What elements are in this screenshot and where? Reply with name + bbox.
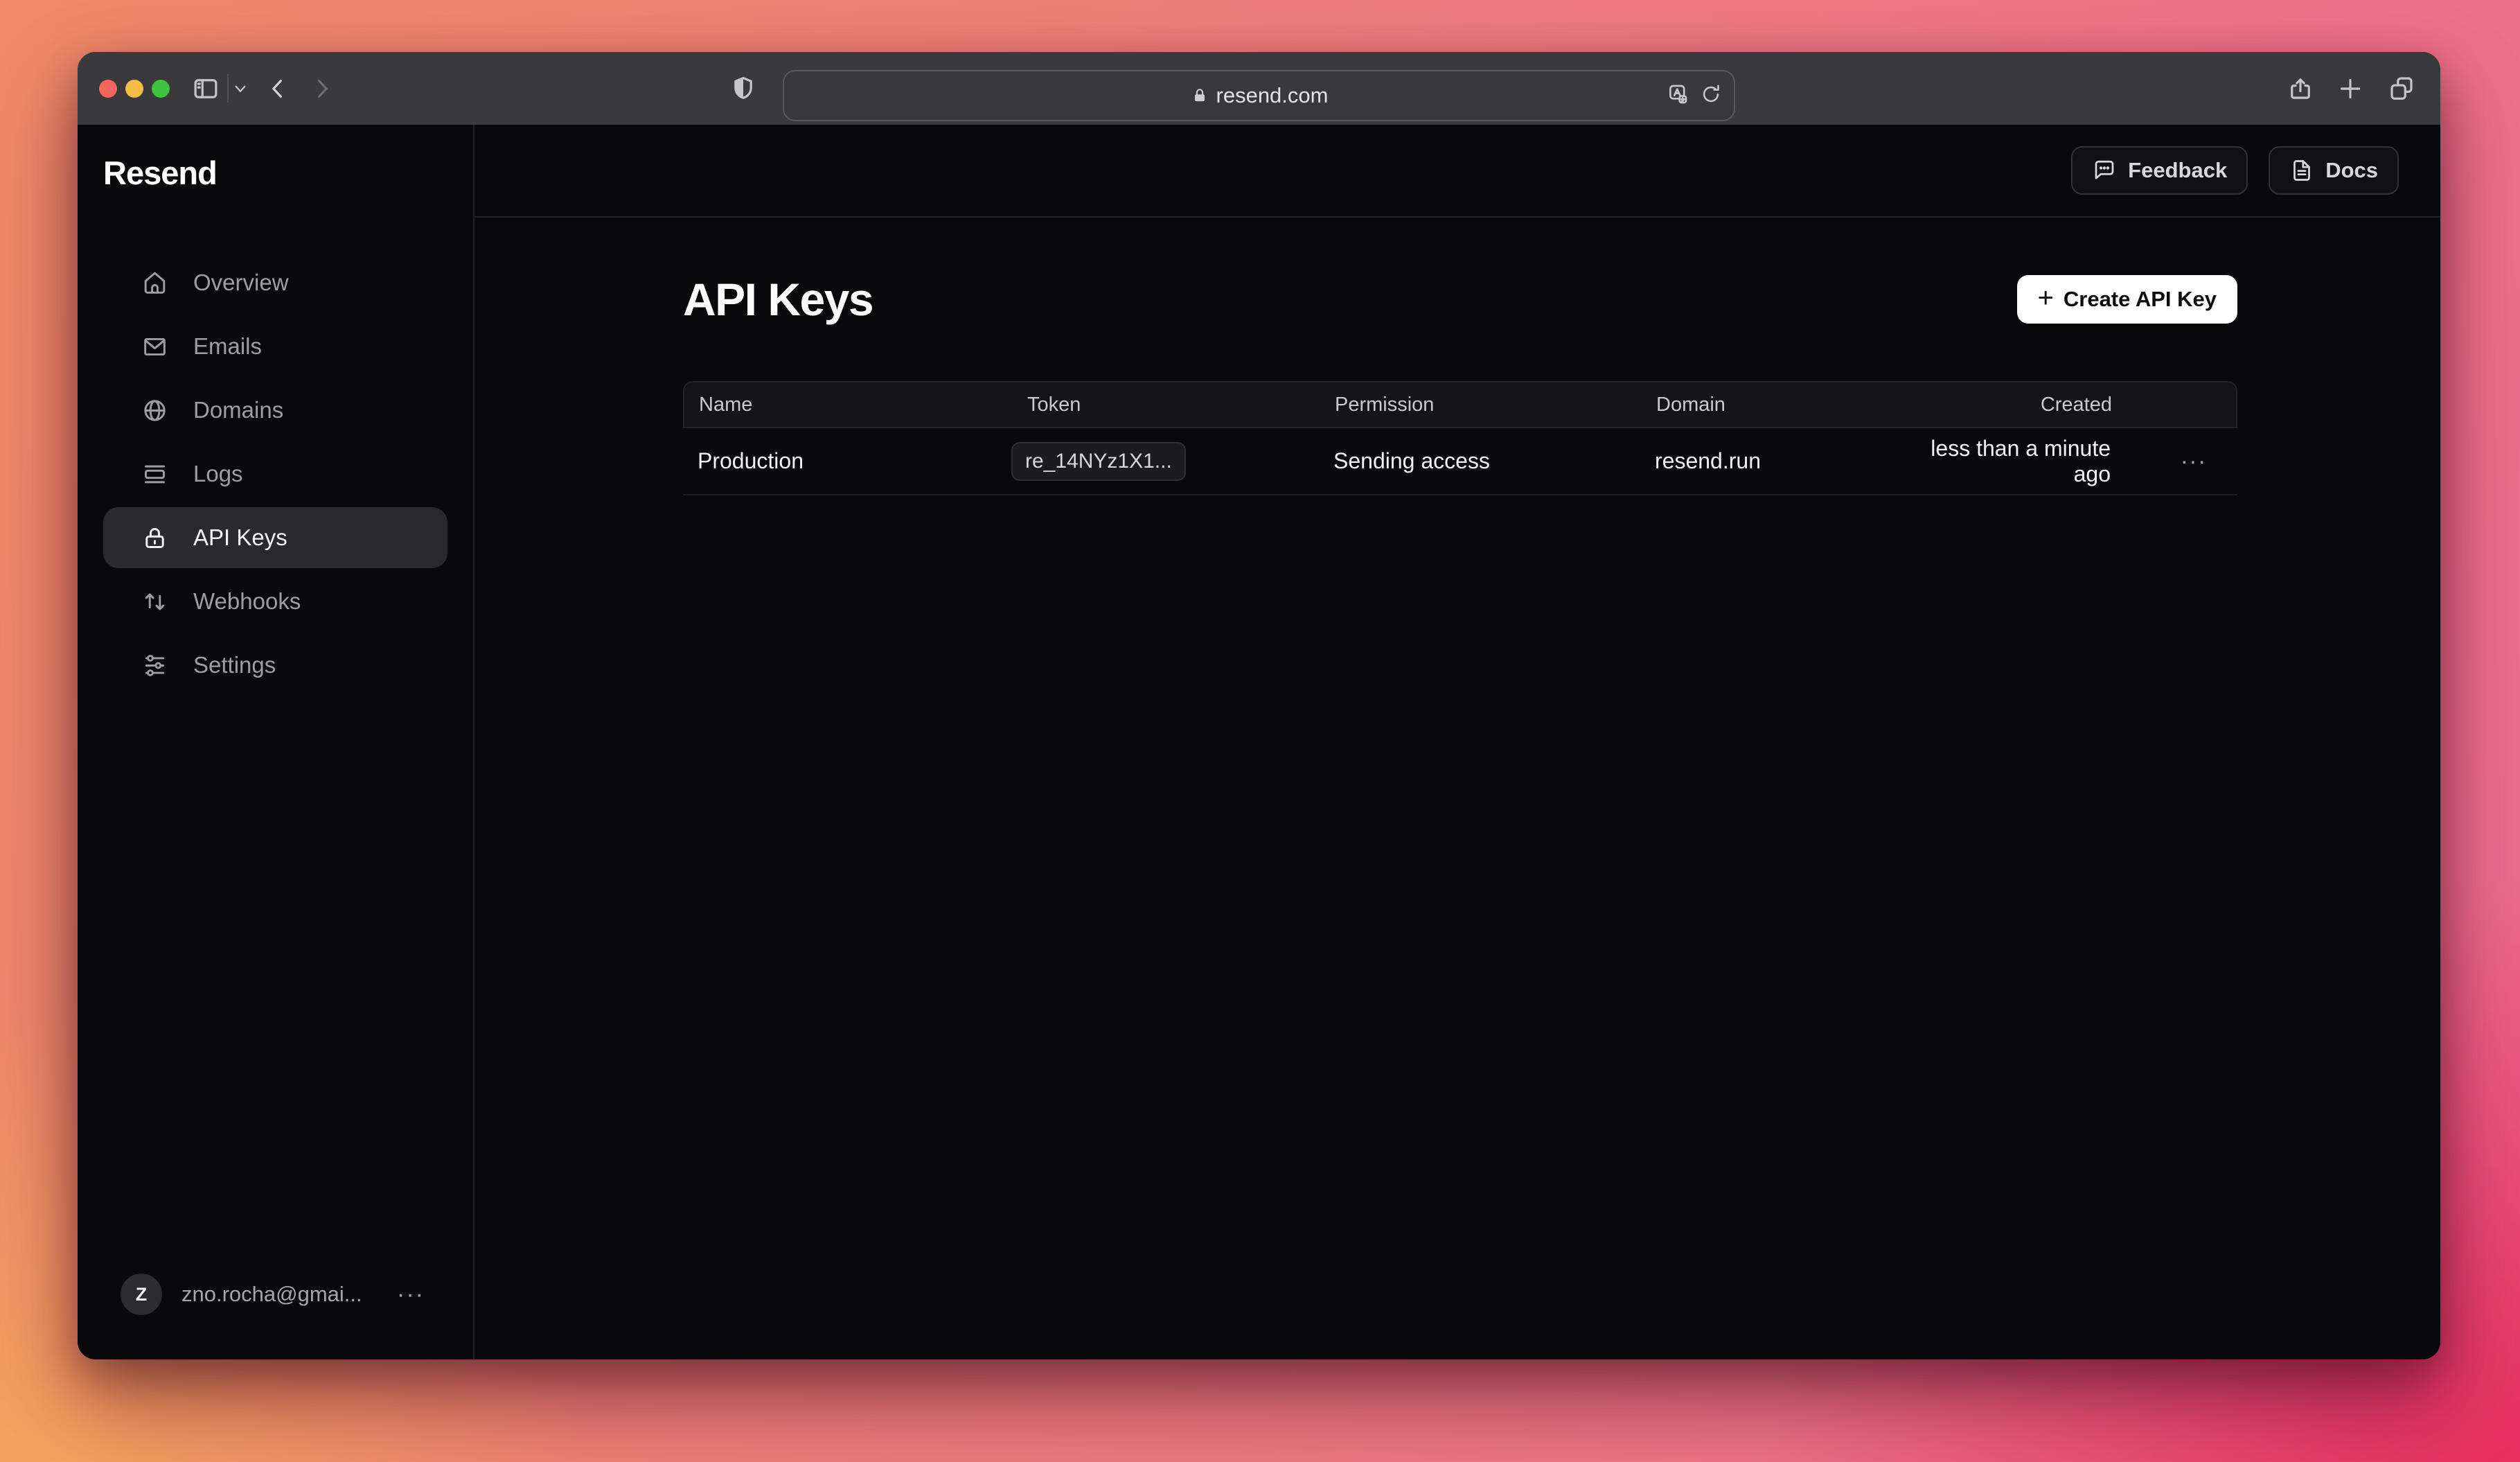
tab-overview-icon[interactable] bbox=[2387, 52, 2416, 125]
page-title: API Keys bbox=[683, 273, 873, 326]
column-header-token: Token bbox=[1011, 394, 1320, 416]
translate-icon[interactable] bbox=[1666, 82, 1689, 109]
sidebar-item-label: Settings bbox=[193, 652, 276, 678]
cell-name: Production bbox=[683, 448, 1010, 474]
tls-lock-icon bbox=[1190, 86, 1216, 105]
sidebar-toggle-icon[interactable] bbox=[191, 52, 220, 125]
sidebar-item-webhooks[interactable]: Webhooks bbox=[103, 571, 447, 632]
resend-app: Resend Overview Emails Domains bbox=[78, 125, 2440, 1359]
cell-created: less than a minute ago bbox=[1904, 436, 2150, 487]
arrow-up-down-icon bbox=[141, 588, 168, 615]
close-window-button[interactable] bbox=[99, 80, 117, 98]
sidebar-item-label: Domains bbox=[193, 397, 283, 423]
docs-button[interactable]: Docs bbox=[2269, 146, 2399, 195]
user-menu-ellipsis-icon[interactable]: ··· bbox=[397, 1281, 425, 1308]
back-button[interactable] bbox=[263, 52, 292, 125]
resend-logo: Resend bbox=[103, 154, 217, 192]
sidebar-item-label: Overview bbox=[193, 270, 289, 296]
cell-permission: Sending access bbox=[1319, 448, 1640, 474]
browser-titlebar: resend.com bbox=[78, 52, 2440, 125]
address-bar[interactable]: resend.com bbox=[783, 70, 1735, 121]
page-content: API Keys + Create API Key Name Token Per… bbox=[474, 218, 2440, 495]
create-api-key-button[interactable]: + Create API Key bbox=[2017, 275, 2237, 324]
lock-icon bbox=[141, 525, 168, 552]
column-header-domain: Domain bbox=[1642, 394, 1905, 416]
sidebar-item-logs[interactable]: Logs bbox=[103, 443, 447, 504]
user-email: zno.rocha@gmai... bbox=[181, 1282, 362, 1307]
api-keys-table: Name Token Permission Domain Created Pro… bbox=[683, 381, 2237, 495]
globe-icon bbox=[141, 397, 168, 424]
new-tab-icon[interactable] bbox=[2336, 52, 2365, 125]
sidebar-item-api-keys[interactable]: API Keys bbox=[103, 507, 447, 568]
create-api-key-label: Create API Key bbox=[2064, 287, 2217, 312]
plus-icon: + bbox=[2038, 284, 2054, 312]
user-account-row[interactable]: Z zno.rocha@gmai... ··· bbox=[121, 1274, 425, 1315]
window-controls bbox=[99, 80, 170, 98]
cell-token: re_14NYz1X1... bbox=[1010, 442, 1319, 481]
logs-icon bbox=[141, 461, 168, 488]
sidebar-item-label: API Keys bbox=[193, 525, 287, 551]
privacy-shield-icon[interactable] bbox=[729, 52, 758, 125]
browser-window: resend.com bbox=[78, 52, 2440, 1359]
desktop-background: resend.com bbox=[0, 0, 2520, 1462]
sidebar-item-settings[interactable]: Settings bbox=[103, 635, 447, 696]
feedback-button[interactable]: Feedback bbox=[2071, 146, 2248, 195]
sidebar: Resend Overview Emails Domains bbox=[78, 125, 474, 1359]
document-icon bbox=[2289, 158, 2314, 183]
table-header: Name Token Permission Domain Created bbox=[683, 381, 2237, 428]
page-topbar: Feedback Docs bbox=[474, 125, 2440, 218]
sidebar-item-label: Webhooks bbox=[193, 588, 301, 615]
sidebar-item-domains[interactable]: Domains bbox=[103, 380, 447, 441]
forward-button bbox=[308, 52, 337, 125]
column-header-permission: Permission bbox=[1320, 394, 1642, 416]
minimize-window-button[interactable] bbox=[125, 80, 143, 98]
share-icon[interactable] bbox=[2286, 52, 2315, 125]
cell-domain: resend.run bbox=[1640, 448, 1904, 474]
avatar: Z bbox=[121, 1274, 162, 1315]
token-chip[interactable]: re_14NYz1X1... bbox=[1011, 442, 1186, 481]
mail-icon bbox=[141, 333, 168, 360]
main-panel: Feedback Docs API Keys + Create API Key bbox=[474, 125, 2440, 1359]
zoom-window-button[interactable] bbox=[152, 80, 170, 98]
home-icon bbox=[141, 270, 168, 297]
sidebar-item-label: Logs bbox=[193, 461, 243, 487]
row-actions-ellipsis-icon[interactable]: ··· bbox=[2150, 448, 2237, 474]
sidebar-nav: Overview Emails Domains Logs bbox=[103, 252, 447, 696]
sidebar-item-label: Emails bbox=[193, 333, 262, 360]
url-text: resend.com bbox=[1216, 83, 1329, 108]
reload-icon[interactable] bbox=[1699, 82, 1723, 109]
feedback-bubble-icon bbox=[2092, 158, 2117, 183]
column-header-created: Created bbox=[1905, 394, 2151, 416]
sidebar-item-emails[interactable]: Emails bbox=[103, 316, 447, 377]
toolbar-divider bbox=[227, 74, 229, 103]
feedback-button-label: Feedback bbox=[2128, 158, 2227, 183]
table-row: Production re_14NYz1X1... Sending access… bbox=[683, 428, 2237, 495]
chevron-down-icon[interactable] bbox=[230, 52, 251, 125]
sliders-icon bbox=[141, 652, 168, 679]
column-header-name: Name bbox=[684, 394, 1011, 416]
sidebar-item-overview[interactable]: Overview bbox=[103, 252, 447, 313]
docs-button-label: Docs bbox=[2325, 158, 2378, 183]
